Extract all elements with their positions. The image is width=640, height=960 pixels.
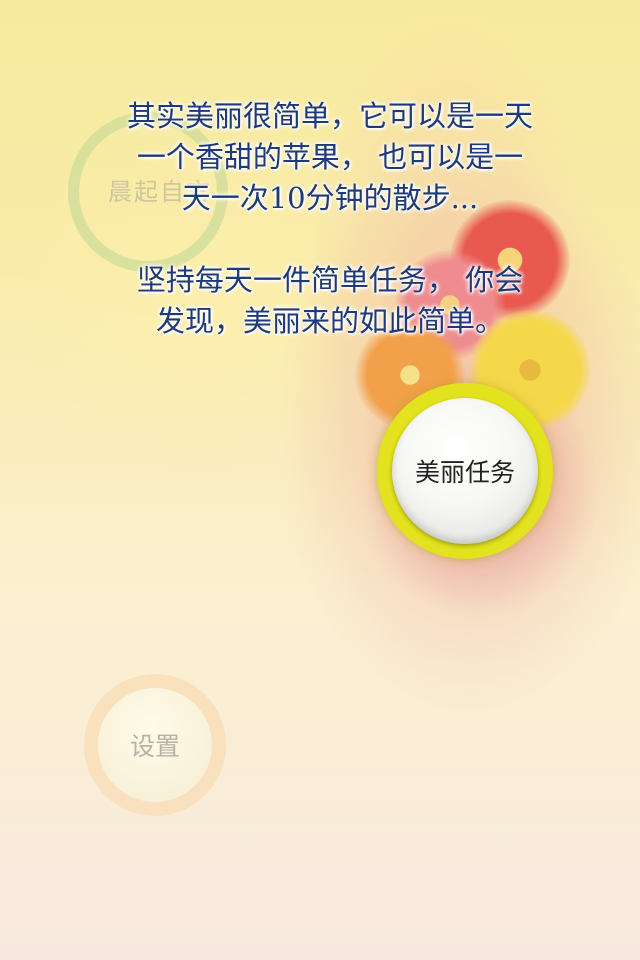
beauty-task-button[interactable]: 美丽任务 bbox=[377, 383, 553, 559]
settings-label: 设置 bbox=[98, 688, 212, 802]
settings-button[interactable]: 设置 bbox=[84, 674, 226, 816]
beauty-task-label: 美丽任务 bbox=[392, 398, 538, 544]
intro-line: 天一次10分钟的散步... bbox=[181, 181, 479, 215]
intro-text: 其实美丽很简单，它可以是一天 一个香甜的苹果， 也可以是一 天一次10分钟的散步… bbox=[60, 96, 600, 342]
intro-line: 一个香甜的苹果， 也可以是一 bbox=[136, 140, 524, 174]
intro-line: 坚持每天一件简单任务， 你会 bbox=[136, 263, 524, 297]
intro-line: 发现，美丽来的如此简单。 bbox=[155, 304, 504, 338]
intro-line: 其实美丽很简单，它可以是一天 bbox=[126, 99, 533, 133]
